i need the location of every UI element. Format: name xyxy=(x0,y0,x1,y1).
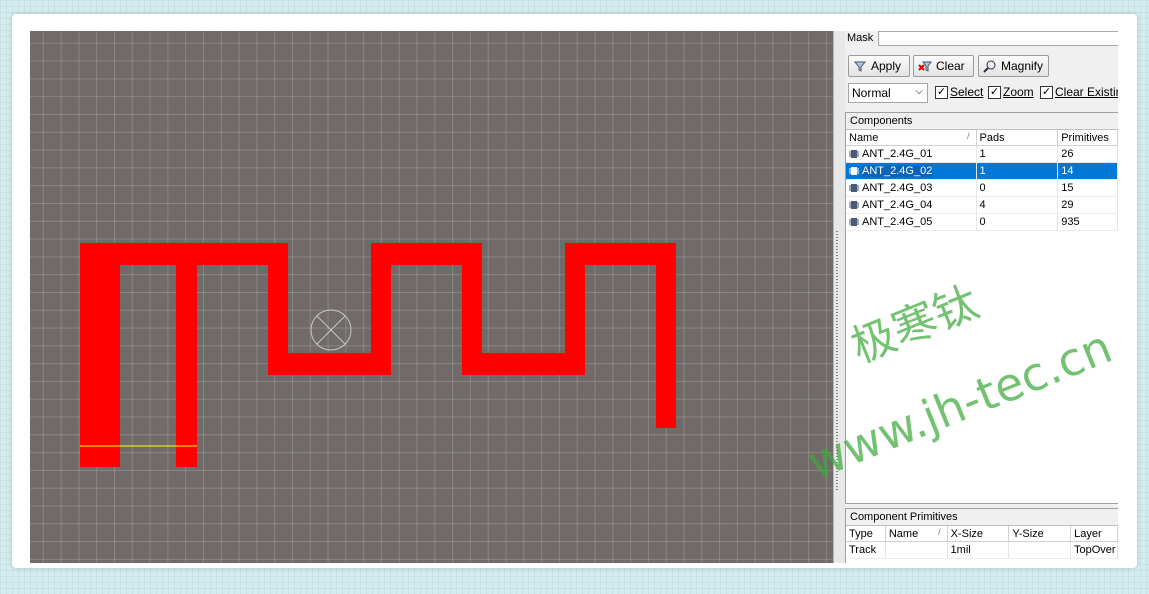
chip-icon xyxy=(849,167,859,175)
cell-name: ANT_2.4G_02 xyxy=(846,163,977,179)
cell-pads: 4 xyxy=(977,197,1059,213)
magnifier-icon xyxy=(983,60,996,73)
antenna-layout xyxy=(80,243,676,467)
cell-x-size: 1mil xyxy=(948,542,1010,558)
cell-name: ANT_2.4G_01 xyxy=(846,146,977,162)
primitives-header: Type Name / X-Size Y-Size Layer xyxy=(846,526,1118,542)
table-row[interactable]: ANT_2.4G_04 4 29 xyxy=(846,197,1118,214)
components-header: Name / Pads Primitives xyxy=(846,130,1118,146)
mode-value: Normal xyxy=(852,86,891,100)
magnify-label: Magnify xyxy=(1001,59,1044,73)
cell-name xyxy=(886,542,948,558)
clear-button[interactable]: Clear xyxy=(913,55,974,77)
clear-label: Clear xyxy=(936,59,965,73)
zoom-check-icon: ✓ xyxy=(988,85,1001,99)
column-y-size[interactable]: Y-Size xyxy=(1009,526,1072,541)
funnel-icon xyxy=(853,61,867,72)
cell-primitives: 935 xyxy=(1058,214,1118,230)
primitives-title: Component Primitives xyxy=(846,509,1118,526)
clear-existing-check-icon: ✓ xyxy=(1040,85,1053,99)
table-row[interactable]: ANT_2.4G_03 0 15 xyxy=(846,180,1118,197)
cell-y-size xyxy=(1009,542,1071,558)
mask-label: Mask xyxy=(847,32,874,44)
cell-name: ANT_2.4G_04 xyxy=(846,197,977,213)
cell-name: ANT_2.4G_05 xyxy=(846,214,977,230)
cell-primitives: 29 xyxy=(1058,197,1118,213)
chip-icon xyxy=(849,218,859,226)
clear-existing-checkbox[interactable]: ✓ Clear Existin xyxy=(1040,85,1118,99)
primitives-grid: Component Primitives Type Name / X-Size Y… xyxy=(845,508,1118,563)
chip-icon xyxy=(849,150,859,158)
column-name[interactable]: Name / xyxy=(846,130,977,145)
mask-row: Mask xyxy=(845,31,1118,47)
select-check-icon: ✓ xyxy=(935,85,948,99)
column-type[interactable]: Type xyxy=(846,526,886,541)
chip-icon xyxy=(849,201,859,209)
chevron-down-icon: ⌵ xyxy=(915,86,923,97)
cell-pads: 1 xyxy=(977,163,1059,179)
clear-filter-icon xyxy=(918,61,932,72)
cell-type: Track xyxy=(846,542,886,558)
cell-name: ANT_2.4G_03 xyxy=(846,180,977,196)
table-row[interactable]: ANT_2.4G_05 0 935 xyxy=(846,214,1118,231)
column-layer[interactable]: Layer xyxy=(1071,526,1118,541)
table-row[interactable]: ANT_2.4G_01 1 26 xyxy=(846,146,1118,163)
origin-marker-icon xyxy=(310,309,352,351)
components-title: Components xyxy=(846,113,1118,130)
antenna-trace[interactable] xyxy=(80,243,676,467)
cell-primitives: 26 xyxy=(1058,146,1118,162)
sort-indicator: / xyxy=(938,527,941,537)
column-primitives[interactable]: Primitives xyxy=(1058,130,1118,145)
zoom-label: Zoom xyxy=(1003,85,1034,99)
clear-existing-label: Clear Existin xyxy=(1055,85,1118,99)
cell-pads: 1 xyxy=(977,146,1059,162)
mode-select[interactable]: Normal ⌵ xyxy=(848,83,928,103)
table-row[interactable]: Track 1mil TopOver xyxy=(846,542,1118,559)
mask-input[interactable] xyxy=(878,31,1118,46)
select-label: Select xyxy=(950,85,984,99)
apply-button[interactable]: Apply xyxy=(848,55,910,77)
select-checkbox[interactable]: ✓ Select xyxy=(935,85,983,99)
cell-pads: 0 xyxy=(977,180,1059,196)
zoom-checkbox[interactable]: ✓ Zoom xyxy=(988,85,1034,99)
column-name[interactable]: Name / xyxy=(886,526,948,541)
table-row[interactable]: ANT_2.4G_02 1 14 xyxy=(846,163,1118,180)
sort-indicator: / xyxy=(967,131,970,141)
column-x-size[interactable]: X-Size xyxy=(948,526,1010,541)
cell-primitives: 14 xyxy=(1058,163,1118,179)
magnify-button[interactable]: Magnify xyxy=(978,55,1049,77)
apply-label: Apply xyxy=(871,59,902,73)
cell-primitives: 15 xyxy=(1058,180,1118,196)
pcb-canvas[interactable] xyxy=(30,31,833,563)
cell-layer: TopOver xyxy=(1071,542,1118,558)
column-pads[interactable]: Pads xyxy=(977,130,1059,145)
cell-pads: 0 xyxy=(977,214,1059,230)
chip-icon xyxy=(849,184,859,192)
